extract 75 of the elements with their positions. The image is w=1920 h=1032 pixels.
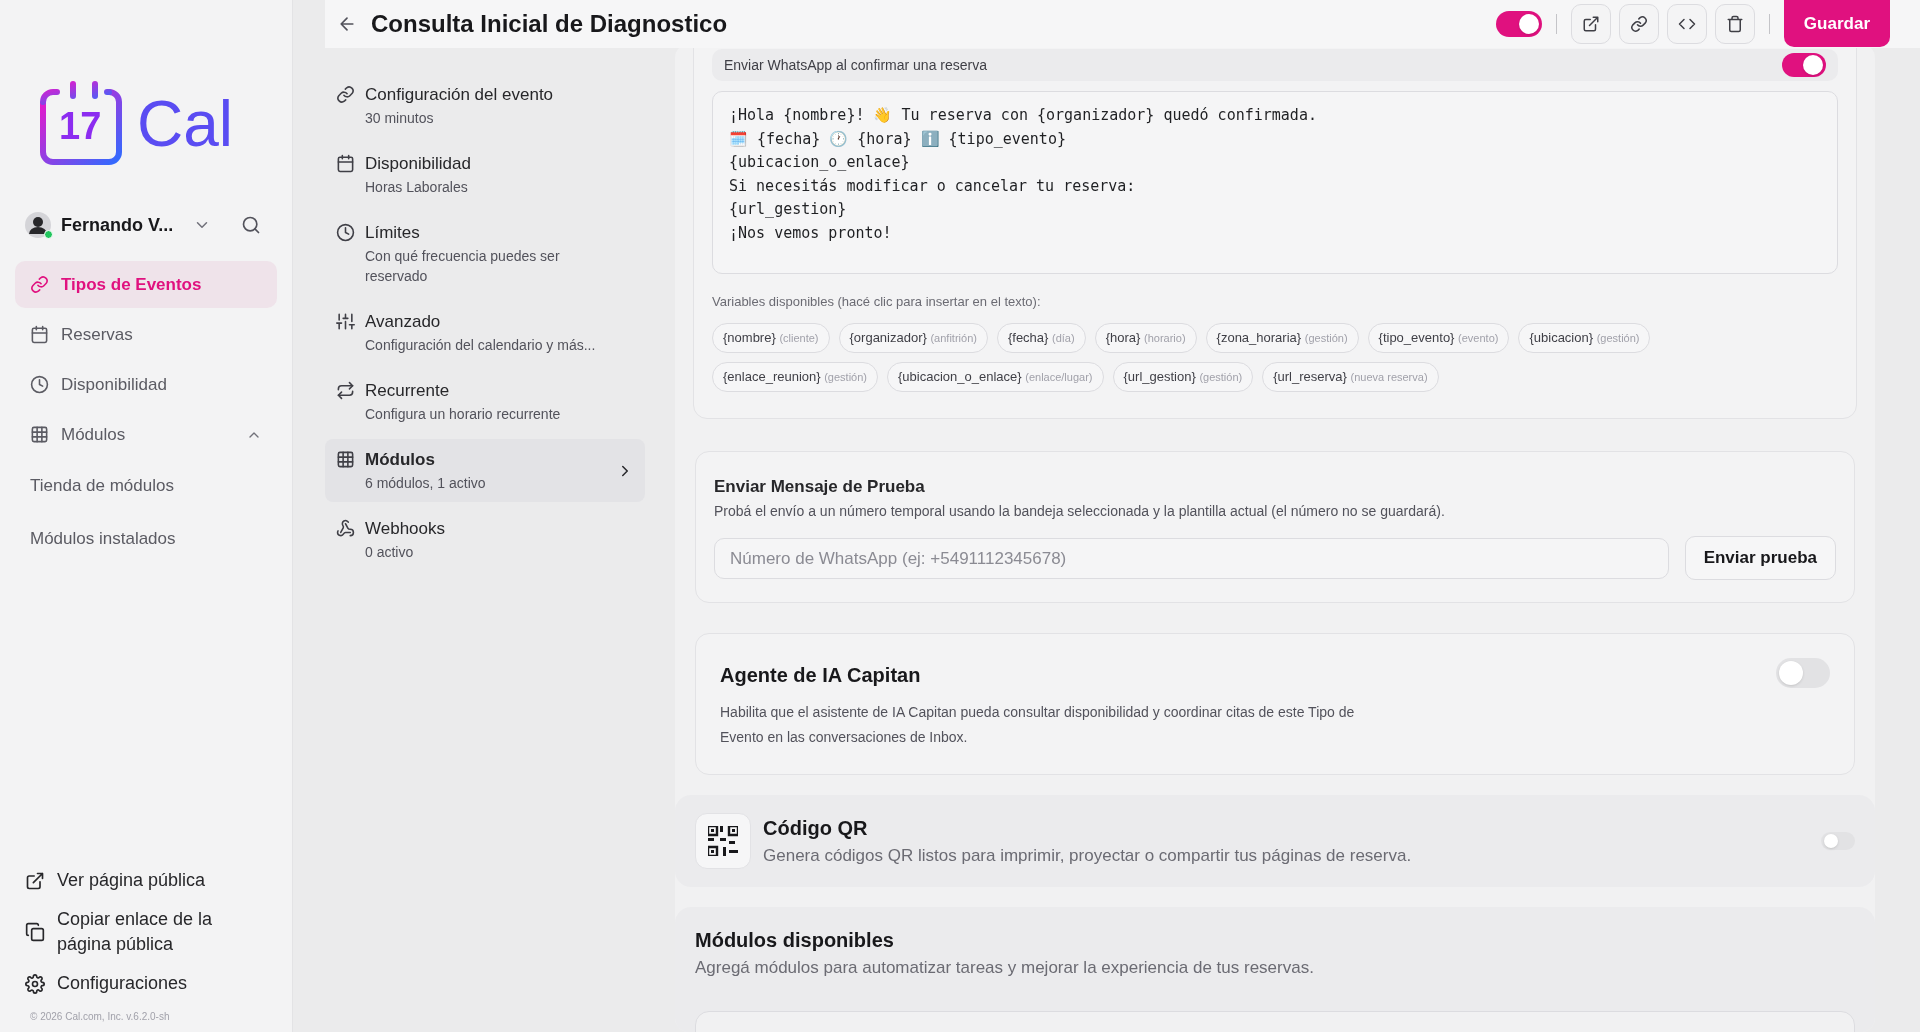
variables-label: Variables disponibles (hacé clic para insertar en el texto): — [712, 293, 1042, 311]
calendar-icon — [37, 80, 125, 168]
settings-nav-item[interactable]: Disponibilidad Horas Laborales — [325, 143, 645, 206]
clock-icon — [30, 375, 49, 394]
section-description: Agregá módulos para automatizar tareas y mejorar la experiencia de tus reservas. — [695, 957, 1315, 979]
page-title: Consulta Inicial de Diagnostico — [371, 9, 728, 39]
settings-nav-item[interactable]: Webhooks 0 activo — [325, 508, 645, 571]
sliders-icon — [336, 312, 355, 331]
user-name[interactable]: Fernando V... — [61, 211, 174, 239]
link-icon — [1629, 15, 1648, 33]
section-title: Enviar Mensaje de Prueba — [714, 475, 926, 498]
code-button[interactable] — [1666, 4, 1707, 44]
variable-chip[interactable]: {organizador} (anfitrión) — [838, 322, 988, 353]
variable-chip[interactable]: {ubicacion} (gestión) — [1518, 322, 1651, 353]
toggle-switch[interactable] — [1821, 832, 1855, 850]
settings-nav-item[interactable]: Recurrente Configura un horario recurrente — [325, 370, 645, 433]
footer-link[interactable]: Configuraciones — [15, 964, 277, 1003]
message-field[interactable]: ¡Hola {nombre}! 👋 Tu reserva con {organizador} quedó confirmada. 🗓 {fecha} 🕐 {hora} ℹ {tipo_evento} {ubicacion_o_enlace} Si necesitás modificar o cancelar tu reserva: {url_gestion} ¡Nos vemos pronto! — [712, 91, 1838, 274]
external-link-button[interactable] — [1570, 4, 1611, 44]
variable-chip[interactable]: {zona_horaria} (gestión) — [1205, 322, 1359, 353]
external-link-icon — [1581, 15, 1600, 33]
logo-number: 17 — [59, 104, 102, 148]
copyright-text: © 2026 Cal.com, Inc. v.6.2.0-sh — [29, 1010, 171, 1024]
module-title: Código QR — [763, 816, 869, 842]
link-button[interactable] — [1618, 4, 1659, 44]
search-icon — [241, 215, 261, 235]
setting-label: Enviar WhatsApp al confirmar una reserva — [724, 55, 987, 75]
grid-icon — [336, 450, 355, 469]
footer-link[interactable]: Copiar enlace de la página pública — [15, 900, 277, 964]
copy-icon — [25, 922, 45, 942]
webhook-icon — [336, 519, 355, 538]
nav-subitem[interactable]: Tienda de módulos — [15, 461, 277, 511]
phone-number-field[interactable]: Número de WhatsApp (ej: +5491112345678) — [714, 538, 1669, 579]
send-test-button[interactable]: Enviar prueba — [1684, 536, 1836, 580]
grid-icon — [30, 425, 49, 444]
nav-subitem[interactable]: Módulos instalados — [15, 514, 277, 564]
qr-code-icon — [708, 826, 738, 856]
external-link-icon — [25, 870, 45, 891]
section-description: Habilita que el asistente de IA Capitan pueda consultar disponibilidad y coordinar citas de este Tipo de Evento en las conversaciones de Inbox. — [720, 703, 1356, 747]
nav-item[interactable]: Tipos de Eventos — [15, 261, 277, 308]
link-icon — [336, 85, 355, 104]
repeat-icon — [336, 381, 355, 400]
variable-chip[interactable]: {ubicacion_o_enlace} (enlace/lugar) — [887, 361, 1104, 392]
nav-item[interactable]: Reservas — [15, 311, 277, 358]
variable-chip[interactable]: {fecha} (día) — [996, 322, 1086, 353]
clock-icon — [336, 223, 355, 242]
settings-icon — [25, 973, 45, 994]
trash-icon — [1725, 15, 1744, 33]
nav-item[interactable]: Módulos — [15, 411, 277, 458]
calendar-icon — [336, 154, 355, 173]
section-title: Módulos disponibles — [695, 928, 895, 953]
section-description: Probá el envío a un número temporal usando la bandeja seleccionada y la plantilla actual (el número no se guardará). — [714, 502, 1446, 521]
event-enabled-toggle[interactable] — [1495, 11, 1542, 37]
settings-nav-item[interactable]: Límites Con qué frecuencia puedes ser reservado — [325, 212, 645, 295]
nav-item[interactable]: Disponibilidad — [15, 361, 277, 408]
settings-nav-item[interactable]: Módulos 6 módulos, 1 activo — [325, 439, 645, 502]
link-icon — [30, 275, 49, 294]
variable-chip[interactable]: {hora} (horario) — [1094, 322, 1197, 353]
section-title: Agente de IA Capitan — [720, 663, 922, 688]
settings-nav-item[interactable]: Configuración del evento 30 minutos — [325, 74, 645, 137]
variable-chip[interactable]: {tipo_evento} (evento) — [1367, 322, 1510, 353]
settings-nav-item[interactable]: Avanzado Configuración del calendario y más... — [325, 301, 645, 364]
avatar[interactable] — [25, 212, 51, 238]
calendar-icon — [30, 325, 49, 344]
footer-link[interactable]: Ver página pública — [15, 861, 277, 900]
toggle-switch[interactable] — [1782, 53, 1826, 77]
variable-chip[interactable]: {enlace_reunion} (gestión) — [712, 361, 878, 392]
variable-chip[interactable]: {url_gestion} (gestión) — [1112, 361, 1254, 392]
variable-chip[interactable]: {nombre} (cliente) — [712, 322, 830, 353]
save-button[interactable]: Guardar — [1783, 0, 1890, 47]
variable-chip[interactable]: {url_reserva} (nueva reserva) — [1262, 361, 1439, 392]
module-description: Genera códigos QR listos para imprimir, proyectar o compartir tus páginas de reserva. — [763, 845, 1412, 868]
trash-button[interactable] — [1714, 4, 1755, 44]
toggle-switch[interactable] — [1776, 658, 1830, 688]
logo-wordmark: Cal — [137, 89, 234, 159]
